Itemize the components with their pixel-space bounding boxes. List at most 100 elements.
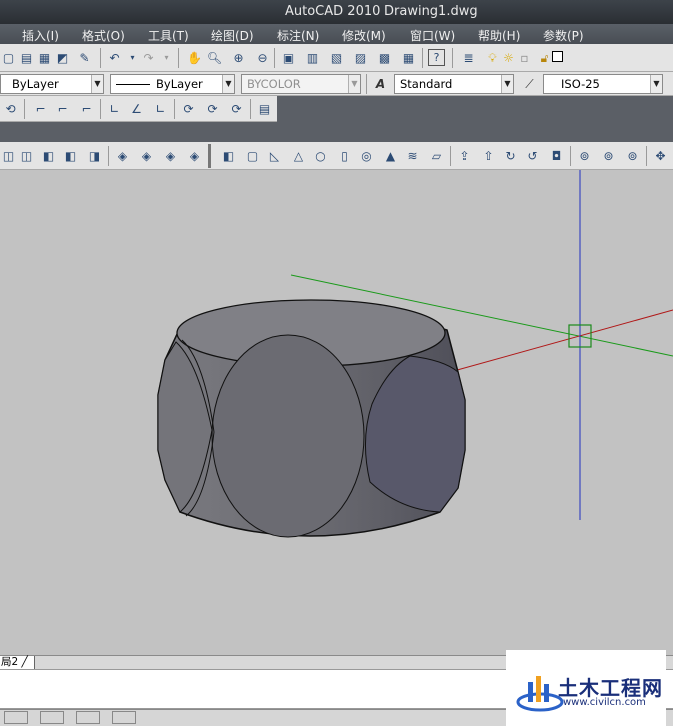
pyramid-icon[interactable]: ▲ <box>382 147 399 164</box>
color-control-dropdown[interactable]: ByLayer ▼ <box>0 74 104 94</box>
x-axis-line <box>449 309 673 373</box>
new-icon[interactable]: ▢ <box>0 49 17 66</box>
ucs-y-icon[interactable]: ⟳ <box>204 100 221 117</box>
wedge-icon[interactable]: ◺ <box>266 147 283 164</box>
ucs-zaxis-icon[interactable]: ∠ <box>128 100 145 117</box>
model-front-face <box>211 334 365 538</box>
layer-manager-icon[interactable]: ≣ <box>460 49 477 66</box>
visual-style-3d-wireframe-icon[interactable]: ◫ <box>18 147 35 164</box>
layer-on-bulb-icon[interactable]: 💡︎ <box>484 49 501 66</box>
menu-modify[interactable]: 修改(M) <box>342 27 386 44</box>
zoom-realtime-icon[interactable]: 🔍︎ <box>206 49 223 66</box>
ucs-face-icon[interactable]: ⌐ <box>78 100 95 117</box>
tab-layout2[interactable]: 局2 ╱ <box>0 656 35 670</box>
separator <box>100 48 101 68</box>
view-front-icon[interactable]: ◈ <box>138 147 155 164</box>
toolbar-grip[interactable] <box>208 144 211 168</box>
box-icon[interactable]: ▢ <box>244 147 261 164</box>
visual-style-wireframe-icon[interactable]: ◫ <box>0 147 17 164</box>
layer-vp-freeze-icon[interactable]: ▫ <box>516 49 533 66</box>
ucs-origin-icon[interactable]: ∟ <box>106 100 123 117</box>
lineweight-control-dropdown[interactable]: BYCOLOR ▼ <box>241 74 361 94</box>
visual-style-hidden-icon[interactable]: ◧ <box>40 147 57 164</box>
subtract-icon[interactable]: ⊚ <box>600 147 617 164</box>
zoom-previous-icon[interactable]: ⊖ <box>254 49 271 66</box>
loft-icon[interactable]: ◘ <box>548 147 565 164</box>
extrude-icon[interactable]: ⇪ <box>456 147 473 164</box>
ucs-3point-icon[interactable]: ∟ <box>152 100 169 117</box>
status-ortho-icon[interactable] <box>112 711 136 724</box>
sheet-set-icon[interactable]: ▨ <box>352 49 369 66</box>
text-style-icon[interactable]: A <box>372 75 389 92</box>
drawing-canvas[interactable] <box>0 170 673 655</box>
plot-preview-icon[interactable]: ▦ <box>36 49 53 66</box>
menu-tools[interactable]: 工具(T) <box>148 27 189 44</box>
markup-icon[interactable]: ▩ <box>376 49 393 66</box>
publish-icon[interactable]: ◩ <box>54 49 71 66</box>
separator <box>450 146 451 166</box>
redo-dropdown-icon[interactable]: ▾ <box>158 49 175 66</box>
status-snap-icon[interactable] <box>76 711 100 724</box>
planar-surface-icon[interactable]: ▱ <box>428 147 445 164</box>
print-icon[interactable]: ▤ <box>18 49 35 66</box>
presspull-icon[interactable]: ⇧ <box>480 147 497 164</box>
undo-icon[interactable]: ↶ <box>106 49 123 66</box>
separator <box>174 99 175 119</box>
help-icon[interactable]: ? <box>428 49 445 66</box>
ucs-z-icon[interactable]: ⟳ <box>228 100 245 117</box>
view-top-icon[interactable]: ◈ <box>114 147 131 164</box>
view-right-icon[interactable]: ◈ <box>186 147 203 164</box>
status-grid-icon[interactable] <box>40 711 64 724</box>
menu-help[interactable]: 帮助(H) <box>478 27 520 44</box>
sweep-icon[interactable]: ↻ <box>502 147 519 164</box>
calculator-icon[interactable]: ▦ <box>400 49 417 66</box>
standard-toolbar: ▢ ▤ ▦ ◩ ✎ ↶ ▾ ↷ ▾ ✋ 🔍︎ ⊕ ⊖ ▣ ▥ ▧ ▨ ▩ ▦ ?… <box>0 44 673 108</box>
pan-icon[interactable]: ✋ <box>186 49 203 66</box>
ucs-object-icon[interactable]: ⌐ <box>54 100 71 117</box>
3d-move-icon[interactable]: ✥ <box>652 147 669 164</box>
tool-palettes-icon[interactable]: ▧ <box>328 49 345 66</box>
chevron-down-icon: ▼ <box>650 75 662 93</box>
layer-thaw-sun-icon[interactable]: ☼ <box>500 49 517 66</box>
layer-color-swatch-icon[interactable] <box>552 51 563 62</box>
properties-icon[interactable]: ▣ <box>280 49 297 66</box>
menu-window[interactable]: 窗口(W) <box>410 27 455 44</box>
intersect-icon[interactable]: ⊚ <box>624 147 641 164</box>
menu-insert[interactable]: 插入(I) <box>22 27 59 44</box>
linetype-preview <box>116 84 150 85</box>
undo-dropdown-icon[interactable]: ▾ <box>124 49 141 66</box>
match-properties-icon[interactable]: ✎ <box>76 49 93 66</box>
menu-format[interactable]: 格式(O) <box>82 27 125 44</box>
visual-style-conceptual-icon[interactable]: ◨ <box>86 147 103 164</box>
status-model-icon[interactable] <box>4 711 28 724</box>
dim-style-dropdown[interactable]: ISO-25 ▼ <box>543 74 663 94</box>
ucs-x-icon[interactable]: ⟳ <box>180 100 197 117</box>
ucs-apply-icon[interactable]: ▤ <box>256 100 273 117</box>
union-icon[interactable]: ⊚ <box>576 147 593 164</box>
revolve-icon[interactable]: ↺ <box>524 147 541 164</box>
dim-style-icon[interactable]: ⟋ <box>521 75 538 92</box>
tab-corner-icon: ╱ <box>21 656 28 668</box>
title-bar: AutoCAD 2010 Drawing1.dwg <box>0 0 673 24</box>
design-center-icon[interactable]: ▥ <box>304 49 321 66</box>
helix-icon[interactable]: ≋ <box>404 147 421 164</box>
menu-parameters[interactable]: 参数(P) <box>543 27 584 44</box>
zoom-window-icon[interactable]: ⊕ <box>230 49 247 66</box>
menu-draw[interactable]: 绘图(D) <box>211 27 254 44</box>
ucs-world-icon[interactable]: ⌐ <box>32 100 49 117</box>
separator <box>24 99 25 119</box>
torus-icon[interactable]: ◎ <box>358 147 375 164</box>
linetype-control-dropdown[interactable]: ByLayer ▼ <box>110 74 235 94</box>
visual-style-realistic-icon[interactable]: ◧ <box>62 147 79 164</box>
layer-lock-icon[interactable]: 🔓︎ <box>536 49 553 66</box>
ucs-previous-icon[interactable]: ⟲ <box>2 100 19 117</box>
cylinder-icon[interactable]: ▯ <box>336 147 353 164</box>
menu-dimension[interactable]: 标注(N) <box>277 27 319 44</box>
view-left-icon[interactable]: ◈ <box>162 147 179 164</box>
cone-icon[interactable]: △ <box>290 147 307 164</box>
sphere-icon[interactable]: ○ <box>312 147 329 164</box>
polysolid-icon[interactable]: ◧ <box>220 147 237 164</box>
text-style-dropdown[interactable]: Standard ▼ <box>394 74 514 94</box>
redo-icon[interactable]: ↷ <box>140 49 157 66</box>
dim-style-value: ISO-25 <box>561 77 600 91</box>
